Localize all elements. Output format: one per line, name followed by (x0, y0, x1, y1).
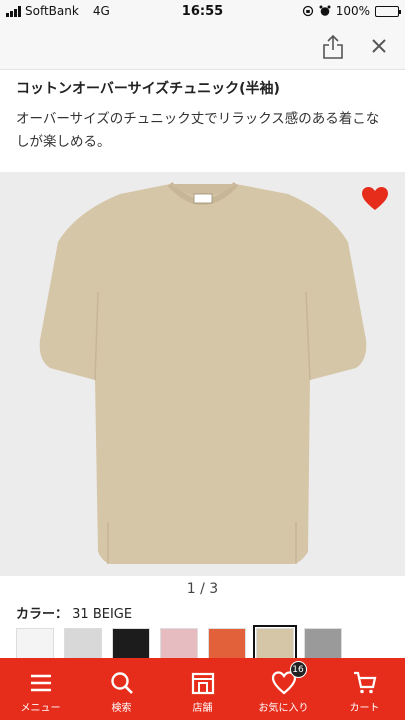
color-label: カラー： (16, 607, 69, 622)
product-title: コットンオーバーサイズチュニック(半袖) (16, 81, 280, 97)
tab-favorites[interactable]: 16 お気に入り (243, 658, 324, 720)
heart-icon (362, 187, 388, 210)
product-description: オーバーサイズのチュニック丈でリラックス感のある着こなしが楽しめる。 (16, 111, 380, 150)
menu-icon (30, 674, 51, 692)
battery-icon (375, 5, 401, 17)
battery-percent: 100% (335, 4, 370, 18)
tab-menu[interactable]: メニュー (0, 658, 81, 720)
tab-store[interactable]: 店舗 (162, 658, 243, 720)
color-selection-label: カラー： 31 BEIGE (16, 603, 132, 622)
tab-label-favorites: お気に入り (258, 703, 309, 714)
search-icon (110, 672, 133, 694)
orientation-lock-icon (302, 5, 313, 17)
status-bar: SoftBank 4G 16:55 100% (0, 0, 405, 24)
top-navigation-bar (0, 24, 405, 70)
status-right: 100% (302, 4, 401, 18)
favorites-count-badge: 16 (289, 661, 307, 678)
tab-label-cart: カート (349, 703, 380, 714)
tab-label-menu: メニュー (20, 703, 61, 714)
image-pager: 1 / 3 (186, 581, 219, 597)
product-image (39, 181, 367, 564)
share-icon (323, 34, 343, 59)
tab-label-store: 店舗 (192, 703, 213, 714)
color-value: 31 BEIGE (72, 607, 133, 622)
tab-search[interactable]: 検索 (81, 658, 162, 720)
bottom-tab-bar: メニュー 検索 店舗 16 お気に入り カート (0, 658, 405, 720)
close-button[interactable] (367, 34, 391, 58)
share-button[interactable] (321, 34, 345, 60)
tab-cart[interactable]: カート (324, 658, 405, 720)
close-icon (372, 39, 386, 53)
tab-label-search: 検索 (111, 703, 132, 714)
cart-icon (353, 671, 376, 694)
alarm-icon (319, 5, 331, 16)
store-icon (191, 672, 214, 695)
product-image-carousel[interactable] (0, 172, 405, 576)
favorite-heart-button[interactable] (361, 186, 389, 212)
